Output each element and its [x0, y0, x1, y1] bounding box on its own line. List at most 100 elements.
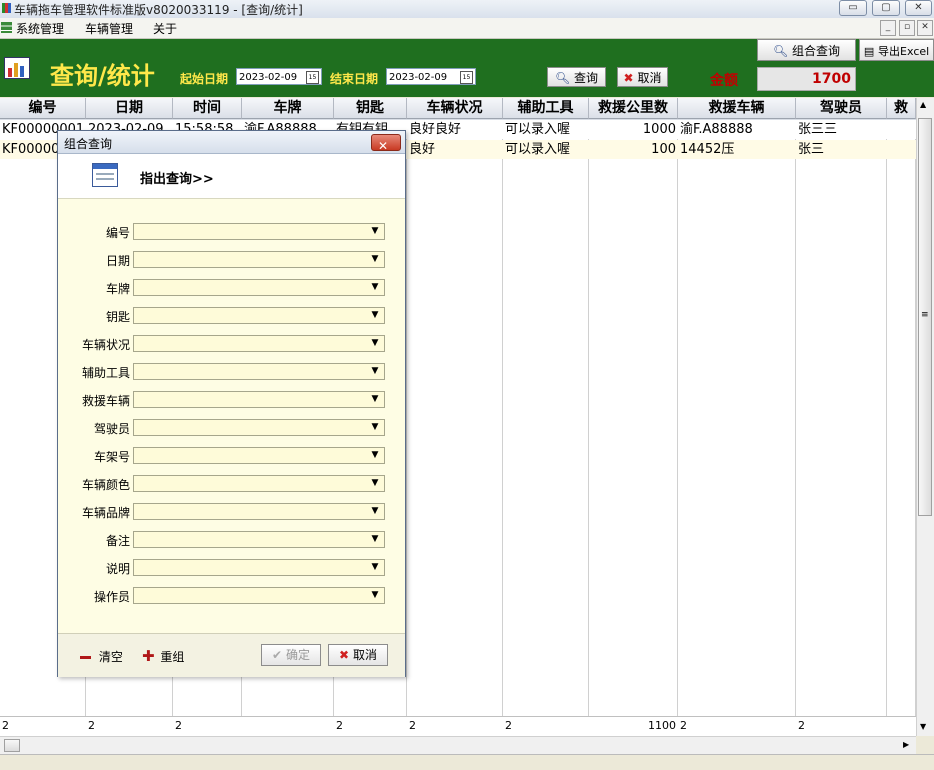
calendar-icon[interactable]: 15 [306, 71, 319, 84]
end-date-picker[interactable]: 2023-02-09 15 [386, 68, 476, 85]
dropdown-arrow-icon[interactable]: ▼ [366, 560, 384, 575]
regroup-label: 重组 [160, 650, 185, 664]
field-combo[interactable]: ▼ [133, 223, 385, 240]
column-header[interactable]: 车辆状况 [407, 98, 503, 119]
clear-label: 清空 [98, 650, 123, 664]
field-combo[interactable]: ▼ [133, 363, 385, 380]
column-header[interactable]: 救援公里数 [589, 98, 678, 119]
red-x-icon: ✖ [623, 71, 634, 85]
field-combo[interactable]: ▼ [133, 391, 385, 408]
dropdown-arrow-icon[interactable]: ▼ [366, 336, 384, 351]
field-combo[interactable]: ▼ [133, 335, 385, 352]
dropdown-arrow-icon[interactable]: ▼ [366, 504, 384, 519]
field-label: 车架号 [93, 450, 130, 464]
field-combo[interactable]: ▼ [133, 503, 385, 520]
summary-cell: 2 [680, 719, 687, 732]
summary-cell: 2 [2, 719, 9, 732]
clear-button[interactable]: 清空 [80, 648, 123, 665]
dropdown-arrow-icon[interactable]: ▼ [366, 308, 384, 323]
plus-icon: ✚ [142, 647, 155, 665]
field-combo[interactable]: ▼ [133, 419, 385, 436]
close-icon: ✕ [378, 139, 389, 153]
dialog-cancel-button[interactable]: ✖ 取消 [328, 644, 388, 666]
total-amount-label: 金额 [710, 73, 738, 89]
cell-tool: 可以录入喔 [505, 122, 571, 137]
column-header[interactable]: 时间 [173, 98, 242, 119]
grid-column [407, 120, 503, 716]
field-combo[interactable]: ▼ [133, 587, 385, 604]
magnifier-icon: 🔍︎ [554, 71, 571, 85]
mdi-restore-button[interactable]: ▫ [899, 20, 915, 36]
red-x-icon: ✖ [339, 648, 350, 662]
field-combo[interactable]: ▼ [133, 307, 385, 324]
field-combo[interactable]: ▼ [133, 279, 385, 296]
field-combo[interactable]: ▼ [133, 447, 385, 464]
menu-icon [1, 22, 12, 33]
dialog-hint: 指出查询>> [140, 172, 214, 187]
mdi-close-button[interactable]: ✕ [917, 20, 933, 36]
stats-chart-icon [4, 57, 30, 79]
dialog-close-button[interactable]: ✕ [371, 134, 401, 153]
field-combo[interactable]: ▼ [133, 559, 385, 576]
field-combo[interactable]: ▼ [133, 251, 385, 268]
vertical-scrollbar[interactable]: ▲ ≡ ▼ [916, 98, 934, 736]
dialog-title-bar[interactable]: 组合查询 ✕ [58, 131, 405, 154]
column-header[interactable]: 救援车辆 [678, 98, 796, 119]
summary-cell: 2 [798, 719, 805, 732]
ok-button[interactable]: ✔ 确定 [261, 644, 321, 666]
menu-system[interactable]: 系统管理 [16, 20, 64, 37]
dropdown-arrow-icon[interactable]: ▼ [366, 280, 384, 295]
maximize-button[interactable]: ▢ [872, 0, 900, 16]
dropdown-arrow-icon[interactable]: ▼ [366, 588, 384, 603]
menu-about[interactable]: 关于 [153, 20, 177, 37]
grid-column [796, 120, 887, 716]
dropdown-arrow-icon[interactable]: ▼ [366, 224, 384, 239]
column-header[interactable]: 钥匙 [334, 98, 407, 119]
scroll-down-arrow-icon[interactable]: ▼ [920, 722, 926, 731]
column-header[interactable]: 辅助工具 [503, 98, 589, 119]
dropdown-arrow-icon[interactable]: ▼ [366, 252, 384, 267]
mdi-minimize-button[interactable]: _ [880, 20, 896, 36]
dropdown-arrow-icon[interactable]: ▼ [366, 392, 384, 407]
field-combo[interactable]: ▼ [133, 531, 385, 548]
dialog-title: 组合查询 [64, 137, 113, 151]
dropdown-arrow-icon[interactable]: ▼ [366, 364, 384, 379]
grid-column [589, 120, 678, 716]
dropdown-arrow-icon[interactable]: ▼ [366, 420, 384, 435]
menu-vehicle[interactable]: 车辆管理 [85, 20, 133, 37]
column-header[interactable]: 编号 [0, 98, 86, 119]
column-header[interactable]: 救 [887, 98, 916, 119]
cell-condition: 良好良好 [409, 122, 462, 137]
regroup-button[interactable]: ✚ 重组 [142, 647, 184, 665]
field-label: 编号 [105, 226, 130, 240]
combo-query-button-label: 组合查询 [792, 44, 841, 58]
end-date-label: 结束日期 [330, 72, 379, 86]
field-label: 日期 [105, 254, 130, 268]
calendar-icon[interactable]: 15 [460, 71, 473, 84]
scroll-right-arrow-icon[interactable]: ▶ [903, 740, 909, 749]
horizontal-scroll-thumb[interactable] [4, 739, 20, 752]
summary-cell: 1100 [648, 719, 676, 732]
scroll-up-arrow-icon[interactable]: ▲ [920, 100, 926, 109]
field-combo[interactable]: ▼ [133, 475, 385, 492]
dropdown-arrow-icon[interactable]: ▼ [366, 532, 384, 547]
column-header[interactable]: 驾驶员 [796, 98, 887, 119]
column-header[interactable]: 车牌 [242, 98, 334, 119]
minimize-button[interactable]: ▭ [839, 0, 867, 16]
horizontal-scrollbar[interactable]: ▶ [0, 736, 916, 755]
field-label: 救援车辆 [81, 394, 130, 408]
summary-cell: 2 [88, 719, 95, 732]
dialog-header: 指出查询>> [58, 154, 405, 199]
query-button[interactable]: 🔍︎ 查询 [547, 67, 606, 87]
dropdown-arrow-icon[interactable]: ▼ [366, 476, 384, 491]
start-date-picker[interactable]: 2023-02-09 15 [236, 68, 322, 85]
cell-distance: 100 [651, 142, 676, 157]
export-excel-button[interactable]: ▤ 导出Excel [859, 39, 934, 61]
close-window-button[interactable]: ✕ [905, 0, 932, 16]
cell-rescue-vehicle: 渝F.A88888 [680, 122, 753, 137]
dropdown-arrow-icon[interactable]: ▼ [366, 448, 384, 463]
cancel-button[interactable]: ✖ 取消 [617, 67, 668, 87]
column-header[interactable]: 日期 [86, 98, 173, 119]
combo-query-button[interactable]: 🔍︎ 组合查询 [757, 39, 856, 61]
form-icon [92, 163, 118, 187]
